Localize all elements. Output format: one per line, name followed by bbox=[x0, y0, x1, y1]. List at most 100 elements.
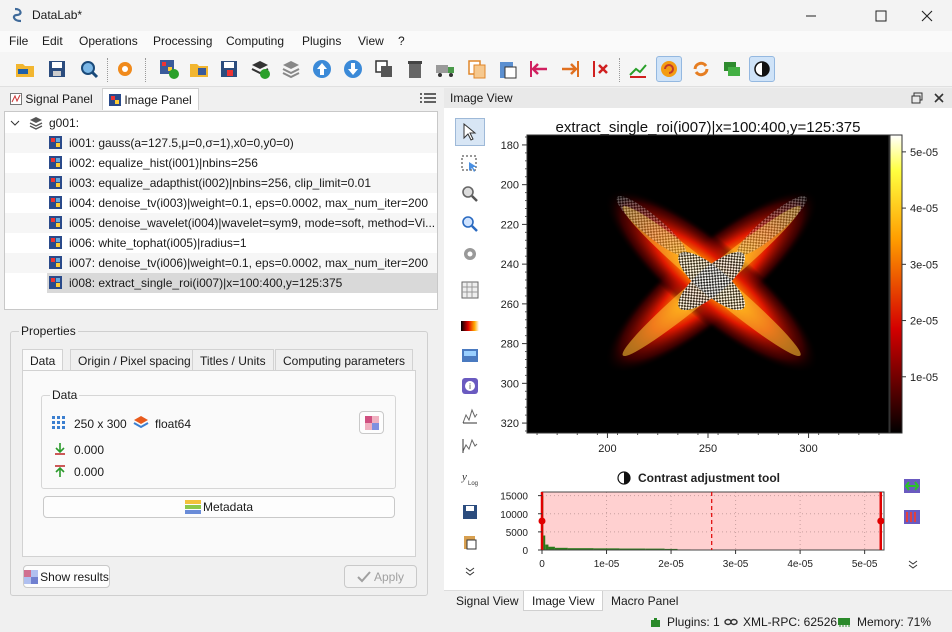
link-icon bbox=[724, 618, 738, 626]
move-up-button[interactable] bbox=[309, 56, 335, 82]
tree-item[interactable]: i001: gauss(a=127.5,μ=0,σ=1),x0=0,y0=0) bbox=[5, 133, 437, 153]
gear-icon bbox=[118, 62, 132, 76]
delete-button[interactable] bbox=[402, 56, 428, 82]
tree-item[interactable]: i007: denoise_tv(i006)|weight=0.1, eps=0… bbox=[5, 253, 437, 273]
image-item-icon bbox=[49, 236, 62, 249]
tab-signal-view[interactable]: Signal View bbox=[448, 591, 526, 611]
move-down-button[interactable] bbox=[340, 56, 366, 82]
tree-item[interactable]: i004: denoise_tv(i003)|weight=0.1, eps=0… bbox=[5, 193, 437, 213]
move-to-signal-button[interactable] bbox=[433, 56, 459, 82]
plot-results-button[interactable] bbox=[625, 56, 651, 82]
show-results-label: Show results bbox=[40, 569, 109, 584]
panel-menu-button[interactable] bbox=[419, 90, 439, 108]
maximize-button[interactable] bbox=[858, 0, 904, 31]
copy-button[interactable] bbox=[464, 56, 490, 82]
auto-range-button[interactable] bbox=[902, 477, 926, 497]
open-button[interactable] bbox=[12, 56, 38, 82]
tab-data[interactable]: Data bbox=[22, 349, 64, 371]
auto-range-icon bbox=[904, 479, 920, 493]
tab-image-panel[interactable]: Image Panel bbox=[102, 88, 199, 110]
tab-image-view[interactable]: Image View bbox=[523, 591, 604, 611]
tab-macro-panel[interactable]: Macro Panel bbox=[603, 591, 686, 611]
status-bar: Plugins: 1 XML-RPC: 62526 Memory: 71% bbox=[0, 612, 952, 632]
layers-button[interactable] bbox=[278, 56, 304, 82]
tree-item-label: i007: denoise_tv(i006)|weight=0.1, eps=0… bbox=[69, 256, 429, 270]
menu-computing[interactable]: Computing bbox=[226, 34, 284, 48]
metadata-button[interactable]: Metadata bbox=[43, 496, 395, 518]
minimize-button[interactable] bbox=[788, 0, 834, 31]
menu-operations[interactable]: Operations bbox=[79, 34, 138, 48]
paste-button[interactable] bbox=[495, 56, 521, 82]
minimize-icon bbox=[806, 15, 816, 16]
title-bar: DataLab* bbox=[0, 0, 952, 31]
hist-x-tick-label: 0 bbox=[539, 559, 545, 570]
hist-x-tick-label: 2e-05 bbox=[658, 559, 684, 570]
hist-y-tick-label: 5000 bbox=[506, 528, 529, 539]
y-tick-label: 240 bbox=[501, 259, 519, 271]
contrast-button[interactable] bbox=[749, 56, 775, 82]
tree-item[interactable]: i003: equalize_adapthist(i002)|nbins=256… bbox=[5, 173, 437, 193]
refresh-active-icon bbox=[661, 61, 677, 77]
image-item-icon bbox=[49, 276, 62, 289]
tab-titles-units[interactable]: Titles / Units bbox=[192, 349, 274, 371]
signal-panel-icon bbox=[10, 93, 22, 105]
full-range-button[interactable] bbox=[902, 508, 926, 528]
export-arrow-icon bbox=[562, 61, 579, 77]
plot-area[interactable]: extract_single_roi(i007)|x=100:400,y=125… bbox=[444, 88, 952, 588]
grid-size-icon bbox=[52, 416, 65, 429]
menu-help[interactable]: ? bbox=[398, 34, 405, 48]
save-image-button[interactable] bbox=[216, 56, 242, 82]
tree-item[interactable]: i008: extract_single_roi(i007)|x=100:400… bbox=[5, 273, 437, 293]
y-tick-label: 220 bbox=[501, 219, 519, 231]
tree-item[interactable]: i002: equalize_hist(i001)|nbins=256 bbox=[5, 153, 437, 173]
add-group-button[interactable] bbox=[247, 56, 273, 82]
hist-y-tick-label: 0 bbox=[522, 546, 528, 557]
tree-group-row[interactable]: g001: bbox=[5, 113, 437, 133]
save-button[interactable] bbox=[44, 56, 70, 82]
refresh-button[interactable] bbox=[688, 56, 714, 82]
colorbar-tick-label: 2e-05 bbox=[910, 316, 938, 328]
image-item-icon bbox=[49, 136, 62, 149]
new-image-button[interactable] bbox=[156, 56, 182, 82]
hist-x-tick-label: 5e-05 bbox=[852, 559, 878, 570]
menu-view[interactable]: View bbox=[358, 34, 384, 48]
apply-button[interactable]: Apply bbox=[344, 565, 417, 588]
colorbar-tick-label: 3e-05 bbox=[910, 259, 938, 271]
copy-icon bbox=[468, 60, 486, 79]
menu-processing[interactable]: Processing bbox=[153, 34, 212, 48]
x-tick-label: 250 bbox=[699, 443, 717, 455]
tree-item[interactable]: i005: denoise_wavelet(i004)|wavelet=sym9… bbox=[5, 213, 437, 233]
auto-refresh-button[interactable] bbox=[656, 56, 682, 82]
close-window-button[interactable] bbox=[904, 0, 950, 31]
menu-bar: File Edit Operations Processing Computin… bbox=[0, 31, 952, 52]
import-button[interactable] bbox=[526, 56, 552, 82]
remove-button[interactable] bbox=[588, 56, 614, 82]
export-button[interactable] bbox=[557, 56, 583, 82]
open-image-button[interactable] bbox=[186, 56, 212, 82]
image-size-value: 250 x 300 bbox=[74, 417, 127, 431]
toolbar-separator bbox=[145, 58, 146, 82]
menu-file[interactable]: File bbox=[9, 34, 28, 48]
duplicate-button[interactable] bbox=[371, 56, 397, 82]
show-results-button[interactable]: Show results bbox=[23, 565, 110, 588]
y-tick-label: 260 bbox=[501, 299, 519, 311]
chevron-down-icon[interactable] bbox=[10, 118, 20, 128]
show-labels-button[interactable] bbox=[719, 56, 745, 82]
browse-button[interactable] bbox=[76, 56, 102, 82]
view-image-button[interactable] bbox=[359, 411, 384, 434]
more-hist-tools-button[interactable] bbox=[908, 559, 922, 571]
menu-plugins[interactable]: Plugins bbox=[302, 34, 341, 48]
open-image-icon bbox=[190, 64, 208, 77]
tab-computing-parameters[interactable]: Computing parameters bbox=[275, 349, 414, 371]
object-tree[interactable]: g001: i001: gauss(a=127.5,μ=0,σ=1),x0=0,y… bbox=[4, 111, 438, 310]
tab-signal-panel[interactable]: Signal Panel bbox=[4, 88, 99, 110]
contrast-tool-icon-half bbox=[624, 472, 630, 484]
tab-signal-label: Signal Panel bbox=[25, 92, 93, 106]
menu-edit[interactable]: Edit bbox=[42, 34, 63, 48]
tree-item[interactable]: i006: white_tophat(i005)|radius=1 bbox=[5, 233, 437, 253]
image-item-icon bbox=[49, 216, 62, 229]
tab-origin-pixel-spacing[interactable]: Origin / Pixel spacing bbox=[70, 349, 199, 371]
settings-button[interactable] bbox=[112, 56, 138, 82]
histogram-bar bbox=[545, 544, 549, 550]
min-value-icon bbox=[55, 443, 65, 455]
